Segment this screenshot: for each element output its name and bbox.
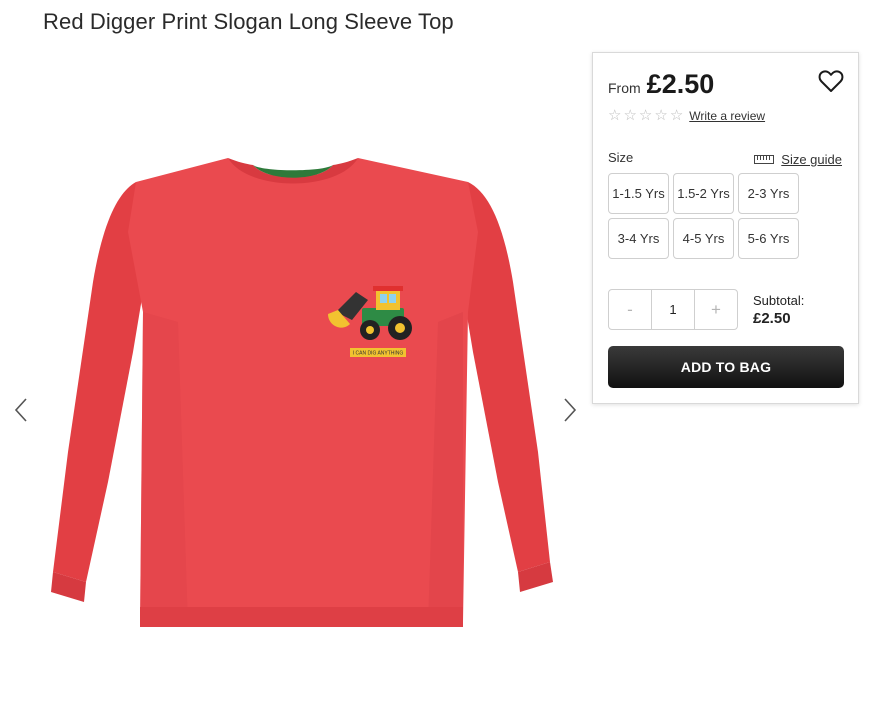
quantity-decrease-button[interactable]: -: [609, 290, 651, 329]
product-gallery: I CAN DIG ANYTHING: [0, 52, 590, 717]
chevron-left-icon: [14, 398, 27, 422]
chevron-right-icon: [564, 398, 577, 422]
heart-icon: [818, 70, 844, 92]
star-empty-icon: ☆: [654, 107, 668, 124]
gallery-next-button[interactable]: [558, 392, 582, 428]
size-guide-label: Size guide: [781, 152, 842, 167]
size-option[interactable]: 1.5-2 Yrs: [673, 173, 734, 214]
star-empty-icon: ☆: [669, 107, 684, 124]
add-to-bag-button[interactable]: ADD TO BAG: [608, 346, 844, 388]
star-empty-icon: ☆: [638, 107, 653, 124]
size-option[interactable]: 2-3 Yrs: [738, 173, 799, 214]
purchase-panel: From £2.50 ☆ ☆ ☆ ☆ ☆ Write a review Size…: [592, 52, 859, 404]
quantity-stepper: - 1 +: [608, 289, 738, 330]
subtotal-label: Subtotal:: [753, 293, 805, 308]
size-option[interactable]: 1-1.5 Yrs: [608, 173, 669, 214]
star-empty-icon: ☆: [608, 107, 622, 124]
gallery-prev-button[interactable]: [9, 392, 33, 428]
size-options: 1-1.5 Yrs 1.5-2 Yrs 2-3 Yrs 3-4 Yrs 4-5 …: [608, 173, 802, 259]
size-option[interactable]: 4-5 Yrs: [673, 218, 734, 259]
rating-row: ☆ ☆ ☆ ☆ ☆ Write a review: [608, 108, 765, 123]
price-row: From £2.50: [608, 69, 714, 100]
quantity-increase-button[interactable]: +: [695, 290, 737, 329]
subtotal: Subtotal: £2.50: [753, 293, 804, 327]
quantity-input[interactable]: 1: [651, 290, 695, 329]
product-title: Red Digger Print Slogan Long Sleeve Top: [43, 9, 454, 34]
star-empty-icon: ☆: [623, 107, 637, 124]
ruler-icon: [754, 155, 775, 164]
subtotal-value: £2.50: [753, 310, 791, 327]
print-slogan: I CAN DIG ANYTHING: [353, 351, 404, 357]
wishlist-button[interactable]: [818, 69, 844, 93]
size-option[interactable]: 5-6 Yrs: [738, 218, 799, 259]
product-image: I CAN DIG ANYTHING: [51, 158, 553, 627]
price: £2.50: [646, 69, 715, 99]
size-label: Size: [608, 150, 634, 165]
from-label: From: [608, 80, 641, 96]
star-rating: ☆ ☆ ☆ ☆ ☆: [608, 108, 683, 123]
size-option[interactable]: 3-4 Yrs: [608, 218, 669, 259]
write-review-link[interactable]: Write a review: [689, 109, 765, 123]
size-guide-link[interactable]: Size guide: [754, 152, 842, 167]
